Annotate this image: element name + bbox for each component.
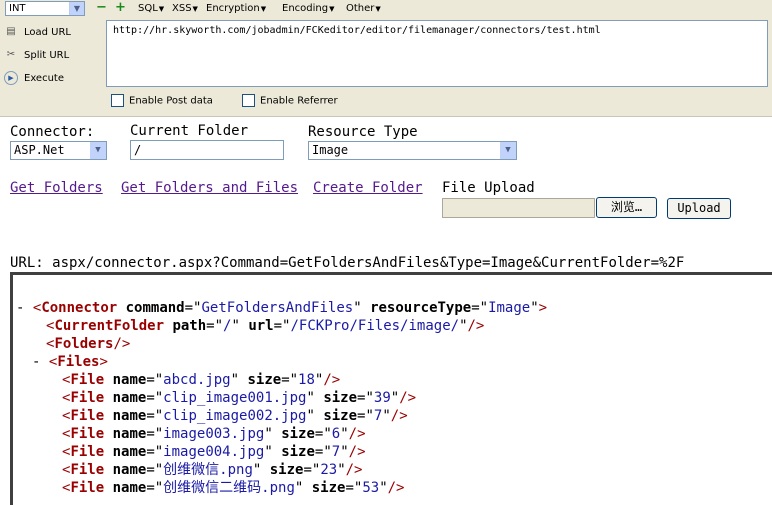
create-folder-link[interactable]: Create Folder <box>313 180 423 196</box>
xml-current-folder-line: <CurrentFolder path="/" url="/FCKPro/Fil… <box>46 318 485 334</box>
execute-button[interactable]: ▶ Execute <box>4 71 64 85</box>
file-path-input[interactable] <box>442 198 595 218</box>
xml-attr-value: GetFoldersAndFiles <box>201 300 354 316</box>
xml-file-size: 53 <box>362 480 380 496</box>
hackbar: INT ▼ − + SQL▼ XSS▼ Encryption▼ Encoding… <box>0 0 772 117</box>
resource-type-select[interactable]: Image ▼ <box>308 141 517 160</box>
url-textarea[interactable]: http://hr.skyworth.com/jobadmin/FCKedito… <box>106 20 768 87</box>
xml-file-name: image003.jpg <box>163 426 265 442</box>
xml-connector-line: - <Connector command="GetFoldersAndFiles… <box>16 300 548 316</box>
xml-tag: File <box>70 426 105 442</box>
enable-post-label: Enable Post data <box>129 95 213 107</box>
caret-down-icon: ▼ <box>192 5 198 13</box>
menu-encryption-label: Encryption <box>206 3 260 14</box>
xml-file-name: abcd.jpg <box>163 372 231 388</box>
xml-response-frame: - <Connector command="GetFoldersAndFiles… <box>10 272 772 505</box>
xml-tag: Folders <box>54 336 114 352</box>
menu-encryption[interactable]: Encryption▼ <box>206 3 266 14</box>
xml-file-line: <File name="创维微信.png" size="23"/> <box>62 462 363 478</box>
xml-folders-line: <Folders/> <box>46 336 131 352</box>
resource-type-value: Image <box>312 143 349 157</box>
menu-sql[interactable]: SQL▼ <box>138 3 164 14</box>
xml-tag: CurrentFolder <box>54 318 165 334</box>
caret-down-icon: ▼ <box>329 5 335 13</box>
collapse-toggle[interactable]: - <box>16 300 24 316</box>
xml-file-line: <File name="image003.jpg" size="6"/> <box>62 426 366 442</box>
menu-other-label: Other <box>346 3 375 14</box>
xml-file-size: 39 <box>373 390 391 406</box>
xml-attr-value: /FCKPro/Files/image/ <box>290 318 460 334</box>
xml-tag: Files <box>57 354 100 370</box>
minus-icon[interactable]: − <box>96 1 107 14</box>
enable-referrer-label: Enable Referrer <box>260 95 338 107</box>
file-upload-label: File Upload <box>442 180 535 196</box>
menu-encoding[interactable]: Encoding▼ <box>282 3 334 14</box>
xml-file-line: <File name="clip_image002.jpg" size="7"/… <box>62 408 408 424</box>
xml-file-size: 23 <box>320 462 338 478</box>
xml-file-size: 6 <box>331 426 341 442</box>
xml-tag: File <box>70 480 105 496</box>
xml-file-name: image004.jpg <box>163 444 265 460</box>
connector-select[interactable]: ASP.Net ▼ <box>10 141 107 160</box>
split-url-label: Split URL <box>24 50 70 61</box>
browse-button[interactable]: 浏览… <box>596 197 657 218</box>
connector-value: ASP.Net <box>14 143 65 157</box>
xml-tag: Connector <box>41 300 118 316</box>
xml-file-line: <File name="创维微信二维码.png" size="53"/> <box>62 480 405 496</box>
connector-label: Connector: <box>10 124 95 140</box>
current-folder-input[interactable]: / <box>130 140 284 160</box>
xml-files-line: - <Files> <box>32 354 108 370</box>
split-url-button[interactable]: ✂ Split URL <box>4 48 69 62</box>
sql-type-value: INT <box>9 3 26 14</box>
xml-file-line: <File name="clip_image001.jpg" size="39"… <box>62 390 417 406</box>
checkbox-icon <box>111 94 124 107</box>
menu-sql-label: SQL <box>138 3 158 14</box>
scissors-icon: ✂ <box>6 49 16 60</box>
xml-tag: File <box>70 444 105 460</box>
xml-file-name: 创维微信二维码.png <box>163 480 295 496</box>
chevron-down-icon: ▼ <box>90 142 106 159</box>
request-url: URL: aspx/connector.aspx?Command=GetFold… <box>10 255 685 271</box>
xml-file-size: 18 <box>298 372 315 388</box>
menu-other[interactable]: Other▼ <box>346 3 381 14</box>
chevron-down-icon: ▼ <box>500 142 516 159</box>
xml-file-size: 7 <box>331 444 341 460</box>
xml-tag: File <box>70 408 105 424</box>
checkbox-icon <box>242 94 255 107</box>
menu-xss[interactable]: XSS▼ <box>172 3 198 14</box>
xml-tag: File <box>70 372 105 388</box>
xml-file-size: 7 <box>373 408 383 424</box>
current-folder-label: Current Folder <box>130 123 249 139</box>
resource-type-label: Resource Type <box>308 124 418 140</box>
upload-button[interactable]: Upload <box>667 198 731 219</box>
sql-type-select[interactable]: INT ▼ <box>5 1 85 16</box>
play-icon: ▶ <box>4 71 18 85</box>
enable-post-checkbox[interactable]: Enable Post data <box>111 94 213 107</box>
load-url-button[interactable]: ▤ Load URL <box>4 25 71 39</box>
xml-file-line: <File name="abcd.jpg" size="18"/> <box>62 372 341 388</box>
collapse-toggle[interactable]: - <box>32 354 40 370</box>
xml-file-name: clip_image001.jpg <box>163 390 307 406</box>
xml-file-line: <File name="image004.jpg" size="7"/> <box>62 444 366 460</box>
get-folders-link[interactable]: Get Folders <box>10 180 103 196</box>
menu-encoding-label: Encoding <box>282 3 329 14</box>
xml-tag: File <box>70 462 105 478</box>
chevron-down-icon: ▼ <box>69 2 84 15</box>
xml-tag: File <box>70 390 105 406</box>
hackbar-toolbar: INT ▼ − + SQL▼ XSS▼ Encryption▼ Encoding… <box>0 0 772 18</box>
menu-xss-label: XSS <box>172 3 192 14</box>
xml-attr-value: Image <box>488 300 531 316</box>
enable-referrer-checkbox[interactable]: Enable Referrer <box>242 94 338 107</box>
get-folders-and-files-link[interactable]: Get Folders and Files <box>121 180 298 196</box>
caret-down-icon: ▼ <box>158 5 165 13</box>
caret-down-icon: ▼ <box>375 5 381 13</box>
load-url-label: Load URL <box>24 27 72 38</box>
plus-icon[interactable]: + <box>115 1 126 14</box>
xml-file-name: clip_image002.jpg <box>163 408 307 424</box>
caret-down-icon: ▼ <box>260 5 267 13</box>
xml-attr-value: / <box>223 318 232 334</box>
xml-file-name: 创维微信.png <box>163 462 253 478</box>
execute-label: Execute <box>24 73 64 84</box>
load-url-icon: ▤ <box>6 26 16 37</box>
